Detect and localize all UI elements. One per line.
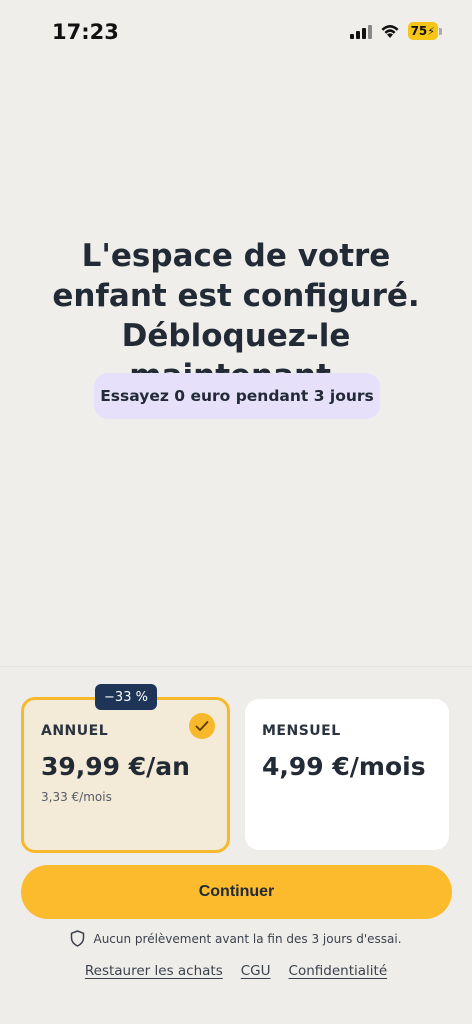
cellular-signal-icon — [349, 23, 372, 39]
continue-button[interactable]: Continuer — [21, 865, 452, 919]
wifi-icon — [381, 25, 399, 38]
footer-links: Restaurer les achats CGU Confidentialité — [0, 963, 472, 979]
plan-annual-price: 39,99 €/an — [41, 752, 190, 781]
plan-annual-per-month: 3,33 €/mois — [41, 790, 112, 804]
restore-purchases-link[interactable]: Restaurer les achats — [85, 963, 223, 979]
terms-link[interactable]: CGU — [241, 963, 271, 979]
billing-note: Aucun prélèvement avant la fin des 3 jou… — [0, 930, 472, 947]
status-time: 17:23 — [52, 20, 119, 44]
selected-check-icon — [189, 713, 215, 739]
battery-level: 75 ⚡ — [407, 22, 438, 40]
plan-monthly-price: 4,99 €/mois — [262, 752, 426, 781]
shield-icon — [71, 930, 85, 947]
battery-icon: 75 ⚡ — [407, 22, 442, 40]
plan-monthly-label: MENSUEL — [262, 723, 341, 739]
status-icons: 75 ⚡ — [349, 22, 442, 40]
billing-note-text: Aucun prélèvement avant la fin des 3 jou… — [93, 931, 402, 946]
status-bar: 17:23 75 ⚡ — [0, 0, 472, 60]
page-title: L'espace de votre enfant est configuré. … — [52, 238, 420, 394]
trial-badge: Essayez 0 euro pendant 3 jours — [94, 373, 380, 419]
privacy-link[interactable]: Confidentialité — [289, 963, 388, 979]
plan-annual-label: ANNUEL — [41, 723, 109, 739]
discount-badge: −33 % — [95, 684, 157, 710]
